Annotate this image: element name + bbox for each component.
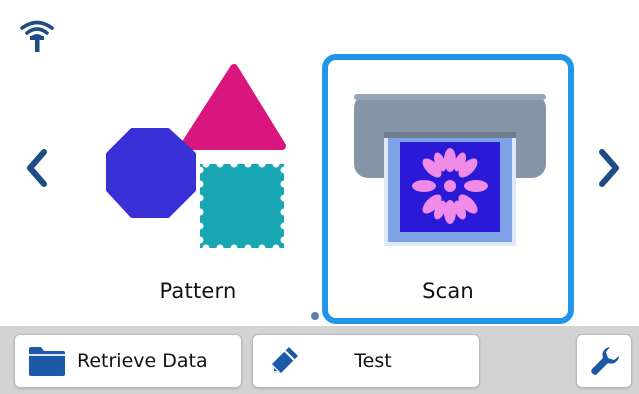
pattern-tile[interactable]: Pattern: [72, 54, 324, 324]
settings-button[interactable]: [576, 334, 632, 388]
chevron-right-icon[interactable]: [596, 146, 624, 190]
bottom-toolbar: Retrieve Data Test: [0, 326, 639, 394]
wrench-icon: [591, 347, 619, 375]
scan-label: Scan: [422, 279, 474, 303]
shapes-pattern-icon: [106, 64, 288, 252]
test-label: Test: [354, 350, 392, 372]
test-button[interactable]: Test: [252, 334, 480, 388]
pattern-label: Pattern: [159, 279, 237, 303]
retrieve-data-button[interactable]: Retrieve Data: [14, 334, 242, 388]
home-screen: Pattern Scan Retrieve Data Test: [0, 0, 639, 394]
chevron-left-icon[interactable]: [22, 146, 50, 190]
scan-tile[interactable]: Scan: [322, 54, 574, 324]
page-indicator: [311, 312, 319, 320]
retrieve-data-label: Retrieve Data: [77, 350, 208, 372]
wifi-signal-icon: [20, 20, 54, 52]
folder-icon: [29, 347, 65, 376]
scanner-icon: [354, 94, 546, 246]
